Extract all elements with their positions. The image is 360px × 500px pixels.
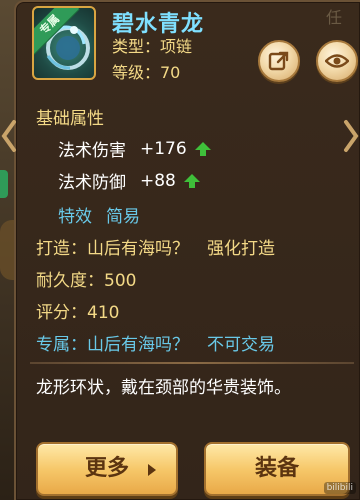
- eye-icon: [325, 54, 349, 68]
- more-button[interactable]: 更多: [36, 442, 178, 496]
- score: 评分：410: [36, 303, 120, 323]
- side-tab-indicator: [0, 170, 8, 198]
- effect-label: 特效: [58, 207, 92, 227]
- attribute-label: 法术防御: [58, 173, 126, 193]
- item-description: 龙形环状，戴在颈部的华贵装饰。: [36, 378, 291, 398]
- share-icon: [268, 51, 289, 71]
- effect-value: 简易: [106, 207, 140, 227]
- divider: [30, 362, 354, 364]
- watermark: bilibili: [323, 482, 356, 494]
- attribute-value: +176: [140, 138, 187, 159]
- view-button[interactable]: [316, 40, 358, 82]
- forge-label: 打造：山后有海吗？: [36, 239, 189, 259]
- up-arrow-icon: [194, 141, 211, 156]
- attribute-value: +88: [140, 170, 176, 191]
- forge-row: 打造：山后有海吗？ 强化打造: [36, 234, 275, 259]
- top-right-text: 任: [325, 8, 342, 27]
- item-level: 等级：70: [112, 63, 181, 82]
- special-effect-row: 特效 简易: [58, 202, 140, 227]
- durability: 耐久度：500: [36, 271, 137, 291]
- attribute-row-magic-damage: 法术伤害 +176: [58, 136, 211, 161]
- attribute-row-magic-defense: 法术防御 +88: [58, 168, 200, 193]
- item-icon: 专属: [32, 6, 96, 80]
- forge-enhance-action[interactable]: 强化打造: [207, 239, 275, 259]
- more-button-label: 更多: [84, 456, 129, 481]
- item-meta: 类型：项链 等级：70: [112, 34, 192, 86]
- next-arrow-icon[interactable]: [340, 118, 360, 154]
- item-type: 类型：项链: [112, 37, 193, 56]
- exclusive-row: 专属：山后有海吗？ 不可交易: [36, 330, 275, 355]
- attribute-label: 法术伤害: [58, 141, 126, 161]
- caret-right-icon: [148, 464, 156, 476]
- exclusive-label: 专属：山后有海吗？: [36, 335, 189, 355]
- share-button[interactable]: [258, 40, 300, 82]
- equip-button-label: 装备: [254, 456, 299, 481]
- base-attributes-title: 基础属性: [36, 109, 104, 129]
- trade-status: 不可交易: [207, 335, 275, 355]
- prev-arrow-icon[interactable]: [0, 118, 20, 154]
- up-arrow-icon: [183, 173, 200, 188]
